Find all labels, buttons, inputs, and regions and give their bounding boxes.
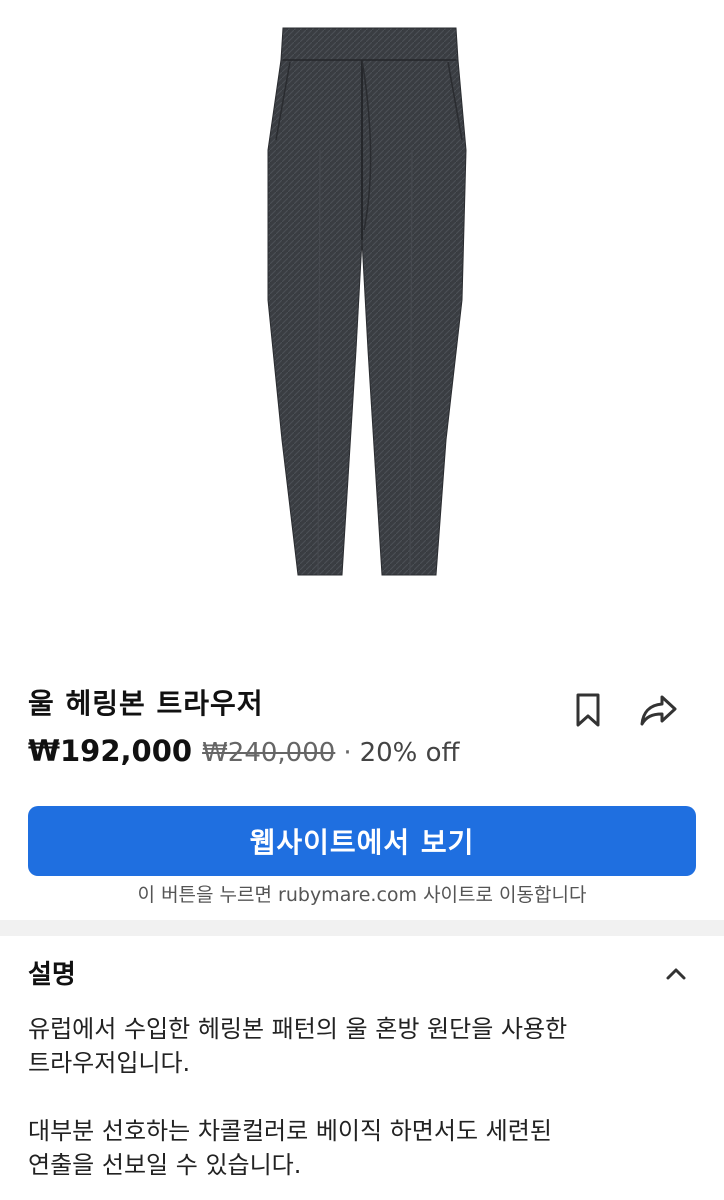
share-icon[interactable]	[637, 688, 681, 732]
original-price: ₩240,000	[202, 738, 336, 768]
description-heading: 설명	[28, 960, 76, 990]
product-image[interactable]	[0, 0, 724, 660]
current-price: ₩192,000	[28, 734, 193, 768]
bookmark-icon[interactable]	[566, 688, 610, 732]
trousers-illustration	[267, 27, 467, 576]
view-website-button[interactable]: 웹사이트에서 보기	[28, 806, 696, 876]
description-line: 대부분 선호하는 차콜컬러로 베이직 하면서도 세련된	[28, 1117, 552, 1145]
chevron-up-icon[interactable]	[656, 956, 696, 992]
description-line: 연출을 선보일 수 있습니다.	[28, 1151, 302, 1179]
description-body: 유럽에서 수입한 헤링본 패턴의 울 혼방 원단을 사용한 트라우저입니다. 대…	[28, 1012, 698, 1182]
product-title: 울 헤링본 트라우저	[28, 687, 264, 720]
redirect-notice: 이 버튼을 누르면 rubymare.com 사이트로 이동합니다	[137, 884, 587, 906]
price-row: ₩192,000 ₩240,000 · 20% off	[28, 734, 459, 774]
section-divider	[0, 920, 724, 936]
description-line: 트라우저입니다.	[28, 1049, 191, 1077]
description-line: 유럽에서 수입한 헤링본 패턴의 울 혼방 원단을 사용한	[28, 1015, 568, 1043]
discount-label: 20% off	[359, 738, 460, 768]
price-separator: ·	[343, 738, 352, 768]
